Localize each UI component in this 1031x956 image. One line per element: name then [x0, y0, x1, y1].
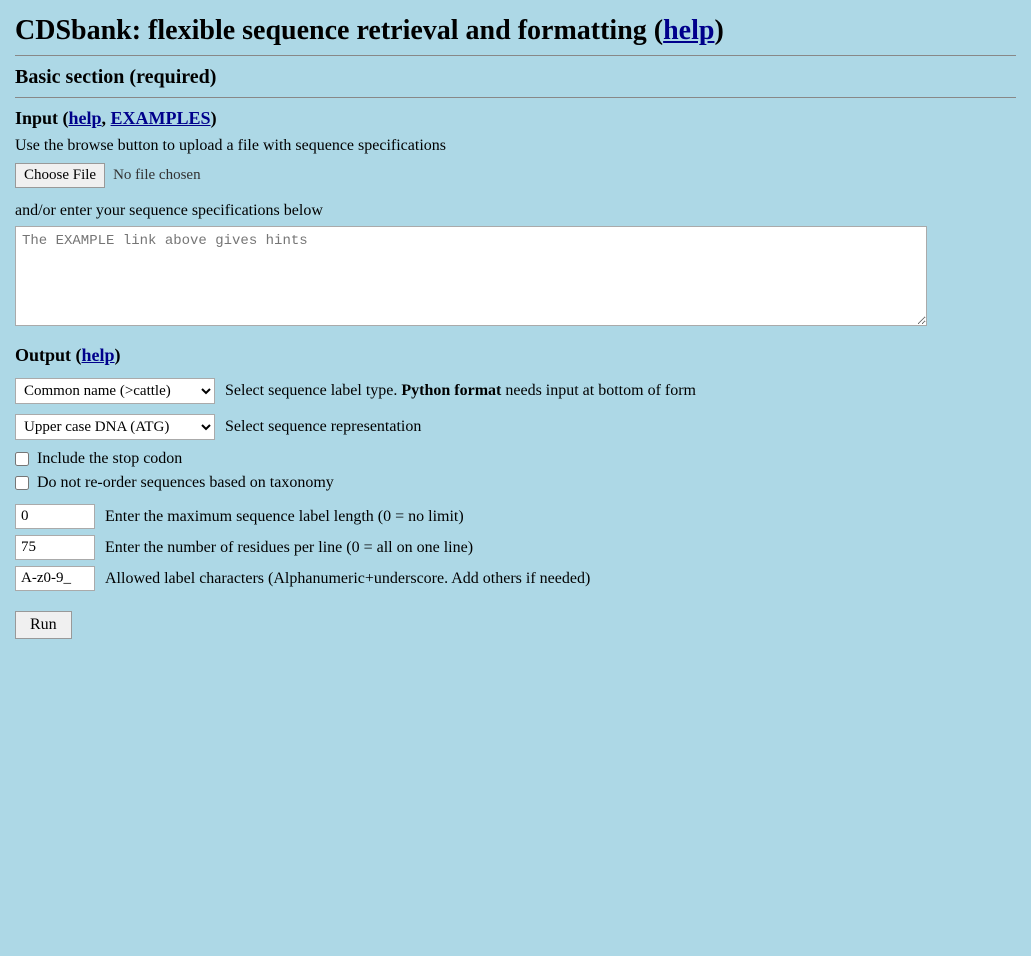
- choose-file-button[interactable]: Choose File: [15, 163, 105, 188]
- stop-codon-row: Include the stop codon: [15, 450, 1016, 468]
- input-section: Input (help, EXAMPLES) Use the browse bu…: [15, 108, 1016, 331]
- residues-per-line-input[interactable]: [15, 535, 95, 560]
- max-label-length-desc: Enter the maximum sequence label length …: [105, 508, 464, 526]
- max-label-length-row: Enter the maximum sequence label length …: [15, 504, 1016, 529]
- reorder-row: Do not re-order sequences based on taxon…: [15, 474, 1016, 492]
- sequence-input-textarea[interactable]: [15, 226, 927, 326]
- allowed-chars-desc: Allowed label characters (Alphanumeric+u…: [105, 570, 590, 588]
- basic-section-divider: [15, 97, 1016, 98]
- no-file-label: No file chosen: [113, 167, 200, 184]
- input-label: Input (help, EXAMPLES): [15, 108, 1016, 129]
- stop-codon-label: Include the stop codon: [37, 450, 182, 468]
- stop-codon-checkbox[interactable]: [15, 452, 29, 466]
- output-help-link[interactable]: help: [82, 345, 115, 365]
- file-upload-row: Choose File No file chosen: [15, 163, 1016, 188]
- basic-section: Basic section (required): [15, 66, 1016, 98]
- allowed-chars-row: Allowed label characters (Alphanumeric+u…: [15, 566, 1016, 591]
- output-section: Output (help) Common name (>cattle) Scie…: [15, 345, 1016, 639]
- allowed-chars-input[interactable]: [15, 566, 95, 591]
- reorder-checkbox[interactable]: [15, 476, 29, 490]
- reorder-label: Do not re-order sequences based on taxon…: [37, 474, 334, 492]
- residues-per-line-row: Enter the number of residues per line (0…: [15, 535, 1016, 560]
- checkboxes-section: Include the stop codon Do not re-order s…: [15, 450, 1016, 492]
- enter-sequence-text: and/or enter your sequence specification…: [15, 202, 1016, 220]
- basic-section-heading: Basic section (required): [15, 66, 1016, 89]
- label-type-row: Common name (>cattle) Scientific name Ac…: [15, 378, 1016, 404]
- residues-per-line-desc: Enter the number of residues per line (0…: [105, 539, 473, 557]
- label-type-description: Select sequence label type. Python forma…: [225, 382, 696, 400]
- representation-row: Upper case DNA (ATG) Lower case DNA (atg…: [15, 414, 1016, 440]
- run-button[interactable]: Run: [15, 611, 72, 639]
- browse-text: Use the browse button to upload a file w…: [15, 137, 1016, 155]
- max-label-length-input[interactable]: [15, 504, 95, 529]
- page-title: CDSbank: flexible sequence retrieval and…: [15, 10, 1016, 47]
- header-divider: [15, 55, 1016, 56]
- label-type-select[interactable]: Common name (>cattle) Scientific name Ac…: [15, 378, 215, 404]
- input-examples-link[interactable]: EXAMPLES: [111, 108, 211, 128]
- input-help-link[interactable]: help: [69, 108, 102, 128]
- representation-select[interactable]: Upper case DNA (ATG) Lower case DNA (atg…: [15, 414, 215, 440]
- python-format-bold: Python format: [401, 382, 501, 399]
- header-help-link[interactable]: help: [663, 15, 714, 46]
- representation-description: Select sequence representation: [225, 418, 421, 436]
- output-label: Output (help): [15, 345, 1016, 366]
